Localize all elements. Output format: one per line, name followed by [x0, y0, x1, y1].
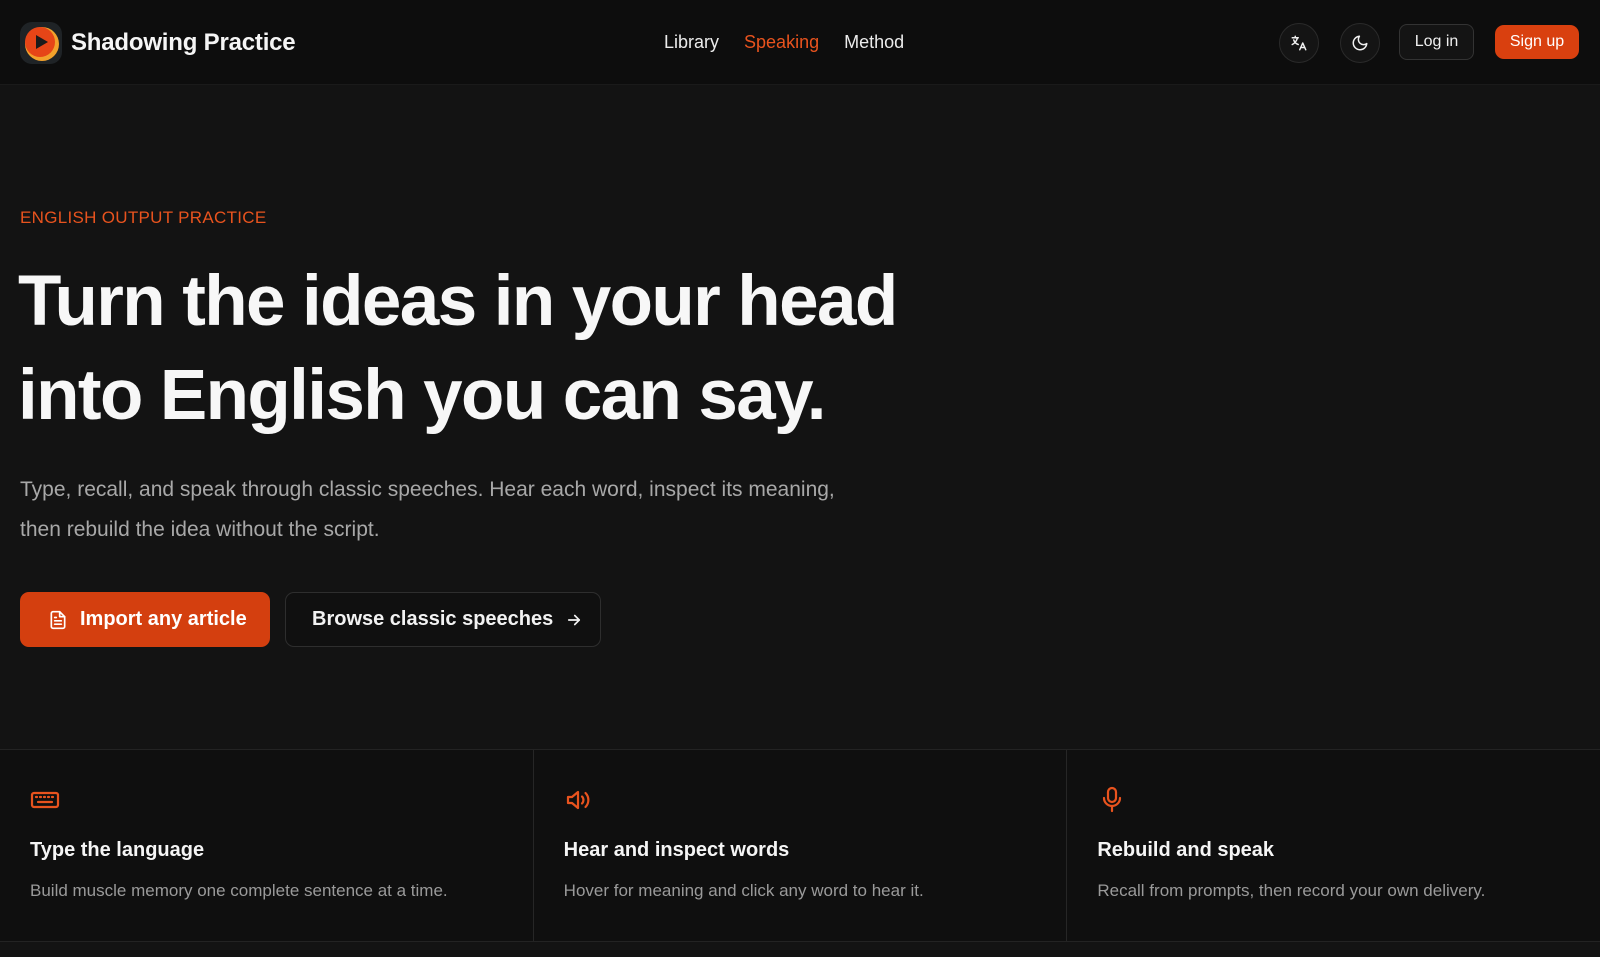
brand[interactable]: Shadowing Practice [20, 22, 296, 64]
feature-title: Type the language [30, 839, 205, 861]
nav-library[interactable]: Library [664, 32, 719, 53]
microphone-icon [1097, 786, 1127, 819]
top-navigation-bar: Shadowing Practice Library Speaking Meth… [0, 0, 1600, 85]
browse-speeches-label: Browse classic speeches [312, 608, 554, 630]
nav-method[interactable]: Method [844, 32, 904, 53]
main-nav: Library Speaking Method [664, 30, 929, 54]
import-article-button[interactable]: Import any article [20, 592, 270, 647]
feature-description: Build muscle memory one complete sentenc… [30, 881, 448, 900]
speaker-icon [564, 786, 594, 819]
browse-speeches-button[interactable]: Browse classic speeches [285, 592, 601, 647]
document-icon [50, 610, 66, 629]
arrow-right-icon [565, 611, 583, 629]
signup-button[interactable]: Sign up [1495, 25, 1579, 59]
theme-toggle-button[interactable] [1340, 23, 1380, 63]
moon-icon [1352, 35, 1368, 51]
hero-subcopy: Type, recall, and speak through classic … [20, 478, 835, 541]
feature-description: Hover for meaning and click any word to … [563, 881, 924, 900]
feature-card-hear: Hear and inspect words Hover for meaning… [534, 750, 1068, 941]
feature-card-speak: Rebuild and speak Recall from prompts, t… [1067, 750, 1600, 941]
import-article-label: Import any article [80, 608, 247, 630]
login-button[interactable]: Log in [1399, 24, 1474, 60]
app-name: Shadowing Practice [71, 29, 296, 56]
headline-line-2: into English you can say. [18, 356, 827, 435]
feature-title: Hear and inspect words [563, 839, 790, 861]
headline-line-1: Turn the ideas in your head [18, 262, 898, 341]
feature-description: Recall from prompts, then record your ow… [1097, 881, 1486, 900]
play-logo-icon [20, 22, 62, 64]
feature-card-type: Type the language Build muscle memory on… [0, 750, 534, 941]
nav-speaking[interactable]: Speaking [744, 32, 819, 53]
language-button[interactable] [1279, 23, 1319, 63]
hero-headline: Turn the ideas in your head into English… [18, 255, 998, 443]
features-strip: Type the language Build muscle memory on… [0, 749, 1600, 942]
keyboard-icon [30, 786, 60, 819]
hero-eyebrow: ENGLISH OUTPUT PRACTICE [20, 208, 267, 227]
translate-icon [1291, 35, 1307, 51]
feature-title: Rebuild and speak [1097, 839, 1275, 861]
